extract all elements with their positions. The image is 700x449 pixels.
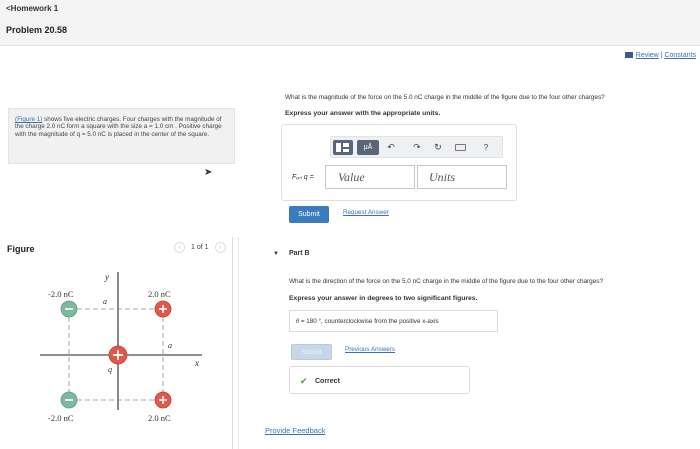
bottom-left-negative-charge (60, 391, 78, 409)
templates-button[interactable] (333, 140, 353, 155)
redo-icon[interactable]: ↷ (411, 140, 423, 155)
undo-icon[interactable]: ↶ (385, 140, 397, 155)
x-axis-label: x (194, 358, 199, 368)
value-input[interactable]: Value (325, 165, 415, 189)
constants-link[interactable]: Constants (664, 52, 696, 59)
part-a-submit-button[interactable]: Submit (289, 206, 329, 223)
right-side-a-label: a (168, 341, 172, 350)
part-b-question: What is the direction of the force on th… (289, 278, 604, 285)
figure-pager: ‹ 1 of 1 › (174, 242, 226, 253)
part-b-answer: θ = 180 °, counterclockwise from the pos… (296, 318, 439, 325)
problem-title: Problem 20.58 (6, 25, 68, 35)
review-icon (624, 52, 633, 58)
figure-divider-inner (238, 237, 239, 449)
part-b-instructions: Express your answer in degrees to two si… (289, 295, 478, 302)
mouse-cursor-icon: ➤ (204, 167, 213, 178)
figure-divider (232, 237, 233, 449)
part-a-question: What is the magnitude of the force on th… (285, 94, 605, 101)
part-b-collapse-icon[interactable]: ▼ (273, 251, 279, 257)
top-right-charge-label: 2.0 nC (148, 289, 171, 299)
part-b-answer-suffix: °, counterclockwise from the positive x-… (318, 318, 439, 325)
y-axis-label: y (104, 272, 109, 282)
previous-answers-link[interactable]: Previous Answers (345, 346, 395, 353)
problem-intro: (Figure 1) shows five electric charges. … (8, 108, 235, 164)
math-toolbar: μÅ ↶ ↷ ↻ ? (330, 136, 503, 158)
top-right-positive-charge (154, 300, 172, 318)
bottom-right-charge-label: 2.0 nC (148, 413, 171, 423)
bottom-right-positive-charge (154, 391, 172, 409)
intro-text: shows five electric charges. Four charge… (15, 116, 222, 138)
help-button[interactable]: ? (479, 140, 493, 155)
chevron-left-icon[interactable]: ‹ (174, 242, 185, 253)
charges-figure: y x a a q -2.0 nC 2.0 nC -2.0 nC 2.0 nC (40, 272, 202, 423)
keyboard-icon[interactable] (453, 140, 467, 155)
top-left-negative-charge (60, 300, 78, 318)
correct-status: Correct (315, 378, 340, 385)
part-b-answer-value: = 180 (300, 318, 317, 325)
review-link[interactable]: Review (636, 52, 659, 59)
center-q-label: q (108, 365, 112, 374)
request-answer-link[interactable]: Request Answer (343, 209, 389, 216)
top-bar (0, 0, 700, 46)
provide-feedback-link[interactable]: Provide Feedback (265, 426, 325, 435)
bottom-left-charge-label: -2.0 nC (48, 413, 74, 423)
force-variable-label: Fₒₙ q = (292, 174, 314, 181)
templates-icon (336, 143, 341, 152)
review-constants-links: Review | Constants (624, 52, 696, 59)
units-symbols-button[interactable]: μÅ (357, 140, 379, 155)
part-b-submit-button: Submit (291, 344, 332, 360)
back-to-homework-link[interactable]: <Homework 1 (6, 4, 58, 13)
chevron-right-icon[interactable]: › (214, 242, 226, 253)
top-left-charge-label: -2.0 nC (48, 289, 74, 299)
part-b-label[interactable]: Part B (289, 250, 310, 257)
part-a-instructions: Express your answer with the appropriate… (285, 110, 441, 117)
figure-label: Figure (7, 244, 35, 254)
reset-icon[interactable]: ↻ (432, 140, 444, 155)
figure-page-count: 1 of 1 (191, 244, 209, 251)
figure-link[interactable]: (Figure 1) (15, 116, 42, 123)
theta-symbol: θ (296, 318, 300, 325)
center-positive-charge (108, 345, 128, 365)
top-side-a-label: a (103, 297, 107, 306)
checkmark-icon: ✔ (300, 376, 308, 386)
units-input[interactable]: Units (417, 165, 507, 189)
links-separator: | (660, 52, 663, 59)
